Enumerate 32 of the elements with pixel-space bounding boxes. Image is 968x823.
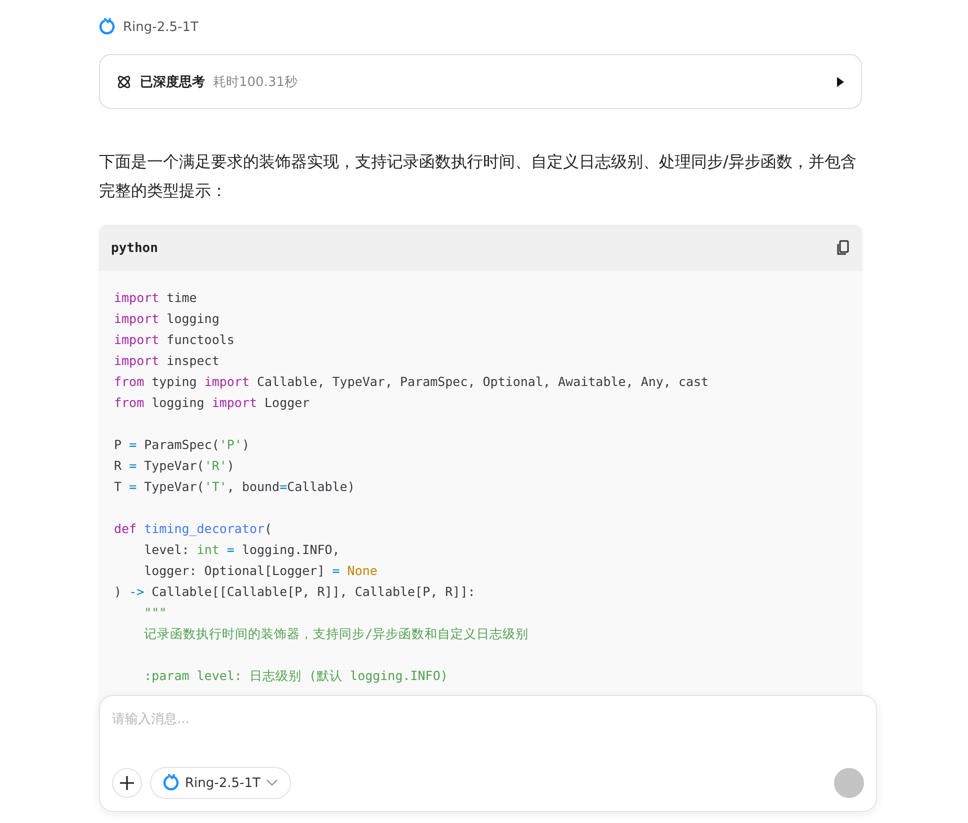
ring-logo-icon xyxy=(99,18,115,36)
code-line: from logging import Logger xyxy=(114,394,311,412)
code-line: R = TypeVar('R') xyxy=(114,457,236,475)
answer-paragraph: 下面是一个满足要求的装饰器实现，支持记录函数执行时间、自定义日志级别、处理同步/异步函数，并包含完整的类型提示： xyxy=(99,151,858,202)
code-line: import logging xyxy=(114,310,220,328)
code-line: :param level: 日志级别 (默认 logging.INFO) xyxy=(143,667,449,685)
code-line: """ xyxy=(143,604,168,622)
code-line: level: int = logging.INFO, xyxy=(143,541,341,559)
message-input[interactable]: 请输入消息... xyxy=(112,708,864,730)
code-line: T = TypeVar('T', bound=Callable) xyxy=(114,478,356,496)
code-line: import functools xyxy=(114,331,236,349)
ring-logo-icon xyxy=(163,774,179,792)
code-line: import inspect xyxy=(114,352,220,370)
copy-icon[interactable] xyxy=(836,240,850,256)
code-line: ) -> Callable[[Callable[P, R]], Callable[P, R]]: xyxy=(114,583,476,601)
caret-icon[interactable] xyxy=(835,76,845,88)
thinking-label: 已深度思考 xyxy=(140,74,205,90)
chevron-down-icon xyxy=(266,779,278,787)
code-line: logger: Optional[Logger] = None xyxy=(143,562,378,580)
add-button[interactable] xyxy=(112,768,142,798)
code-language: python xyxy=(111,240,158,256)
code-line: import time xyxy=(114,289,198,307)
model-name: Ring-2.5-1T xyxy=(123,20,198,34)
thinking-panel[interactable]: 已深度思考 耗时100.31秒 xyxy=(99,54,862,109)
atom-icon xyxy=(116,74,132,90)
code-line: P = ParamSpec('P') xyxy=(114,436,250,454)
code-line: from typing import Callable, TypeVar, ParamSpec, Optional, Awaitable, Any, cast xyxy=(114,373,710,391)
plus-icon xyxy=(119,775,135,791)
thinking-duration: 耗时100.31秒 xyxy=(213,74,298,90)
code-line: 记录函数执行时间的装饰器，支持同步/异步函数和自定义日志级别 xyxy=(143,625,530,643)
code-line: def timing_decorator( xyxy=(114,520,274,538)
model-selector[interactable]: Ring-2.5-1T xyxy=(150,767,292,799)
